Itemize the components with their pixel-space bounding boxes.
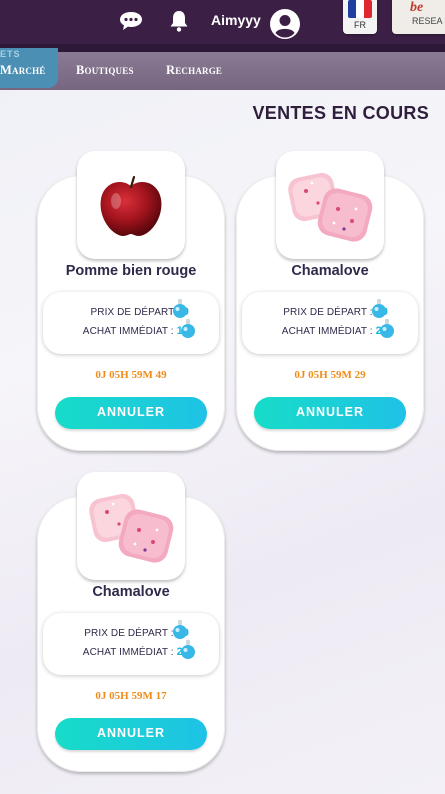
start-price-row: PRIX DE DÉPART : 19 [242,306,388,318]
username[interactable]: Aimyyy [211,12,261,28]
language-code: FR [354,20,366,30]
main-nav [0,52,445,90]
start-price-row: PRIX DE DÉPART : 9 [43,306,189,318]
buy-now-label: ACHAT IMMÉDIAT : [281,326,373,337]
potion-currency-icon [380,319,394,338]
item-name: Pomme bien rouge [65,263,197,279]
price-panel: PRIX DE DÉPART : 19 ACHAT IMMÉDIAT : 23 [43,613,219,675]
potion-currency-icon [173,299,187,318]
brand-badge[interactable]: be RESEA [392,0,445,34]
avatar-icon[interactable] [269,8,301,40]
nav-item-marche[interactable]: Marché [0,63,46,78]
potion-currency-icon [181,319,195,338]
france-flag-icon [348,0,372,18]
buy-now-label: ACHAT IMMÉDIAT : [82,647,174,658]
bell-icon[interactable] [168,9,190,33]
time-remaining: 0J 05H 59M 49 [95,369,167,381]
start-price-label: PRIX DE DÉPART : [283,307,373,318]
red-apple-icon [100,175,162,236]
marshmallow-dice-icon [288,172,373,242]
cancel-sale-button[interactable]: ANNULER [55,397,207,429]
start-price-label: PRIX DE DÉPART : [84,628,174,639]
item-thumbnail [276,151,384,259]
buy-now-label: ACHAT IMMÉDIAT : [82,326,174,337]
time-remaining: 0J 05H 59M 17 [95,690,167,702]
marshmallow-dice-icon [89,493,174,563]
nav-item-boutiques[interactable]: Boutiques [76,63,134,78]
start-price-row: PRIX DE DÉPART : 19 [43,627,189,639]
potion-currency-icon [181,640,195,659]
sale-card: Chamalove PRIX DE DÉPART : 19 ACHAT IMMÉ… [37,472,225,772]
buy-now-row: ACHAT IMMÉDIAT : 23 [242,325,388,337]
nav-tab-parent-label: ETS [0,49,21,59]
brand-label: RESEA [412,16,443,26]
page-title: VENTES EN COURS [252,103,429,123]
item-name: Chamalove [92,584,170,600]
potion-currency-icon [372,299,386,318]
price-panel: PRIX DE DÉPART : 19 ACHAT IMMÉDIAT : 23 [242,292,418,354]
cancel-sale-button[interactable]: ANNULER [55,718,207,750]
buy-now-row: ACHAT IMMÉDIAT : 12 [43,325,189,337]
potion-currency-icon [173,620,187,639]
buy-now-row: ACHAT IMMÉDIAT : 23 [43,646,189,658]
nav-item-recharge[interactable]: Recharge [166,63,222,78]
sale-card: Pomme bien rouge PRIX DE DÉPART : 9 ACHA… [37,151,225,451]
time-remaining: 0J 05H 59M 29 [294,369,366,381]
top-bar-shadow [0,44,445,52]
brand-logo-icon: be [410,0,424,15]
start-price-label: PRIX DE DÉPART : [90,307,180,318]
price-panel: PRIX DE DÉPART : 9 ACHAT IMMÉDIAT : 12 [43,292,219,354]
sale-card: Chamalove PRIX DE DÉPART : 19 ACHAT IMMÉ… [236,151,424,451]
item-name: Chamalove [291,263,369,279]
chat-icon[interactable] [118,10,144,32]
language-selector[interactable]: FR [343,0,377,34]
item-thumbnail [77,472,185,580]
cancel-sale-button[interactable]: ANNULER [254,397,406,429]
item-thumbnail [77,151,185,259]
